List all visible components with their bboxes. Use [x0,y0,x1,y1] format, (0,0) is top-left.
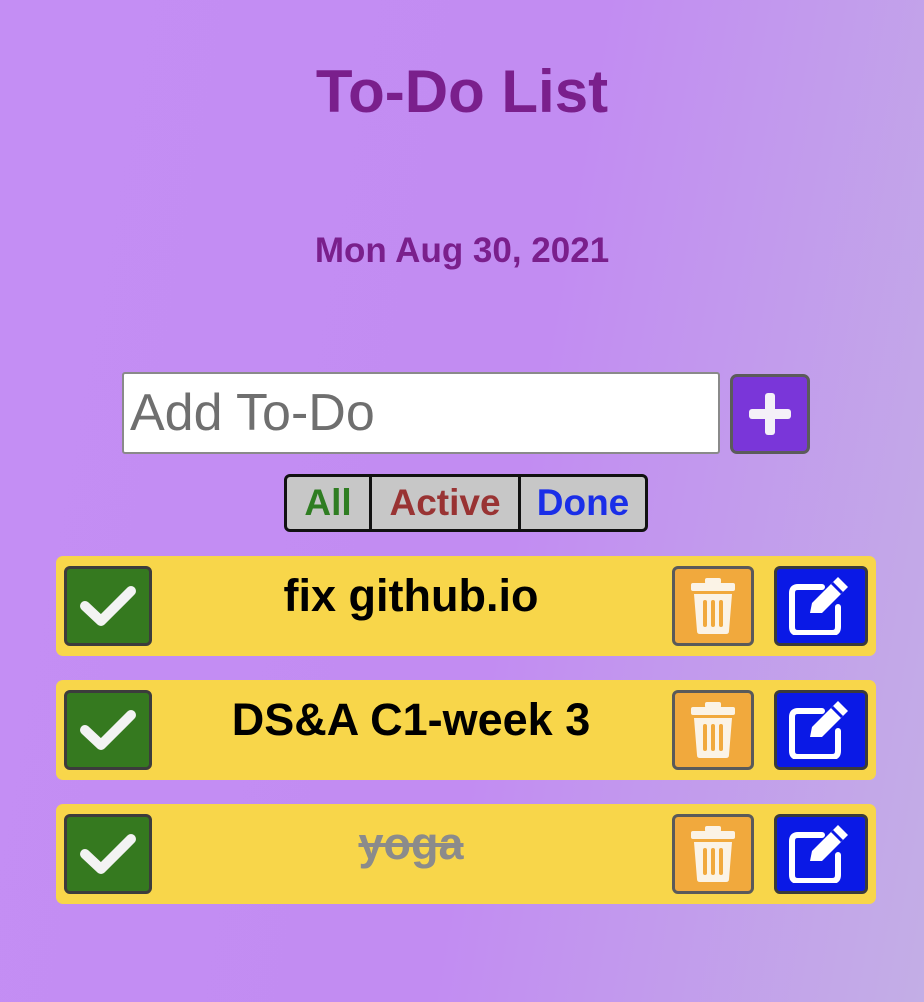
plus-icon [745,389,795,439]
delete-button[interactable] [672,814,754,894]
edit-icon [788,577,854,635]
edit-icon [788,825,854,883]
add-todo-input[interactable] [122,372,720,454]
filter-group: All Active Done [284,474,648,532]
edit-button[interactable] [774,566,868,646]
trash-icon [689,577,737,635]
todo-item: yoga [56,804,876,904]
check-icon [79,708,137,752]
filter-done-button[interactable]: Done [518,477,645,529]
trash-icon [689,825,737,883]
check-icon [79,584,137,628]
filter-all-button[interactable]: All [287,477,369,529]
complete-button[interactable] [64,566,152,646]
edit-button[interactable] [774,814,868,894]
complete-button[interactable] [64,690,152,770]
todo-text: yoga [358,818,464,869]
edit-icon [788,701,854,759]
trash-icon [689,701,737,759]
todo-item: DS&A C1-week 3 [56,680,876,780]
add-todo-button[interactable] [730,374,810,454]
todo-text: fix github.io [283,570,539,621]
complete-button[interactable] [64,814,152,894]
edit-button[interactable] [774,690,868,770]
current-date: Mon Aug 30, 2021 [314,231,610,270]
todo-item: fix github.io [56,556,876,656]
check-icon [79,832,137,876]
delete-button[interactable] [672,690,754,770]
delete-button[interactable] [672,566,754,646]
page-title: To-Do List [315,58,609,125]
todo-text: DS&A C1-week 3 [231,694,591,745]
filter-active-button[interactable]: Active [369,477,518,529]
